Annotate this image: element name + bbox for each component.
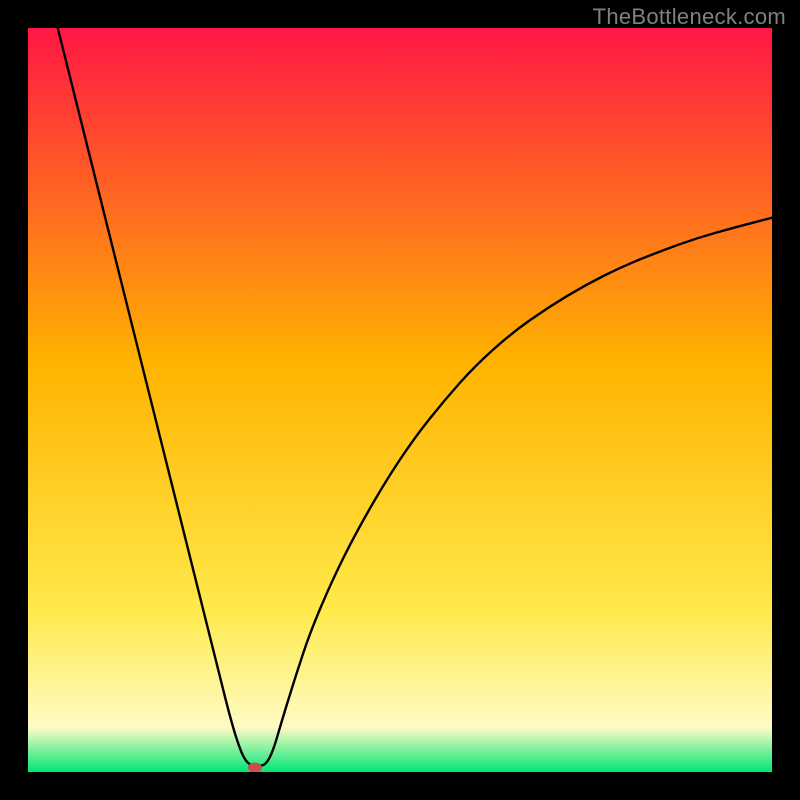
watermark-text: TheBottleneck.com: [593, 4, 786, 30]
chart-frame: TheBottleneck.com: [0, 0, 800, 800]
chart-svg: [28, 28, 772, 772]
plot-area: [28, 28, 772, 772]
gradient-background: [28, 28, 772, 772]
